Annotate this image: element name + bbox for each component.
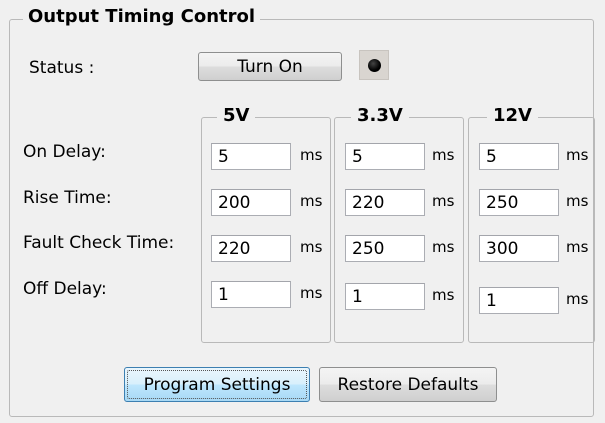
12v-rise-time-input[interactable]: 250 — [479, 189, 559, 216]
status-led-icon — [368, 59, 381, 72]
5v-off-delay-input[interactable]: 1 — [211, 281, 291, 308]
output-timing-control-title: Output Timing Control — [23, 6, 261, 28]
off-delay-label: Off Delay: — [23, 279, 107, 299]
3v3-on-delay-input[interactable]: 5 — [345, 143, 425, 170]
5v-fault-check-time-unit: ms — [300, 238, 323, 256]
3v3-off-delay-input[interactable]: 1 — [345, 283, 425, 310]
12v-rise-time-unit: ms — [566, 192, 589, 210]
12v-on-delay-input[interactable]: 5 — [479, 143, 559, 170]
12v-on-delay-unit: ms — [566, 146, 589, 164]
rise-time-label: Rise Time: — [23, 188, 112, 208]
status-label: Status : — [29, 58, 95, 78]
5v-on-delay-unit: ms — [300, 146, 323, 164]
12v-fault-check-time-input[interactable]: 300 — [479, 235, 559, 262]
12v-off-delay-input[interactable]: 1 — [479, 287, 559, 314]
3v3-off-delay-unit: ms — [432, 286, 455, 304]
12v-fault-check-time-unit: ms — [566, 238, 589, 256]
3v3-fault-check-time-input[interactable]: 250 — [345, 235, 425, 262]
turn-on-button[interactable]: Turn On — [198, 52, 342, 81]
5v-fault-check-time-input[interactable]: 220 — [211, 235, 291, 262]
on-delay-label: On Delay: — [23, 142, 106, 162]
3v3-rise-time-input[interactable]: 220 — [345, 189, 425, 216]
5v-on-delay-input[interactable]: 5 — [211, 143, 291, 170]
12v-off-delay-unit: ms — [566, 290, 589, 308]
5v-rise-time-unit: ms — [300, 192, 323, 210]
3v3-fault-check-time-unit: ms — [432, 238, 455, 256]
group-12v-title: 12V — [487, 105, 538, 127]
group-5v-title: 5V — [217, 105, 256, 127]
status-indicator — [359, 50, 389, 80]
program-settings-button[interactable]: Program Settings — [124, 367, 310, 402]
3v3-on-delay-unit: ms — [432, 146, 455, 164]
group-3v3-title: 3.3V — [351, 105, 409, 127]
5v-rise-time-input[interactable]: 200 — [211, 189, 291, 216]
fault-check-time-label: Fault Check Time: — [23, 233, 175, 253]
3v3-rise-time-unit: ms — [432, 192, 455, 210]
restore-defaults-button[interactable]: Restore Defaults — [319, 367, 497, 402]
5v-off-delay-unit: ms — [300, 284, 323, 302]
